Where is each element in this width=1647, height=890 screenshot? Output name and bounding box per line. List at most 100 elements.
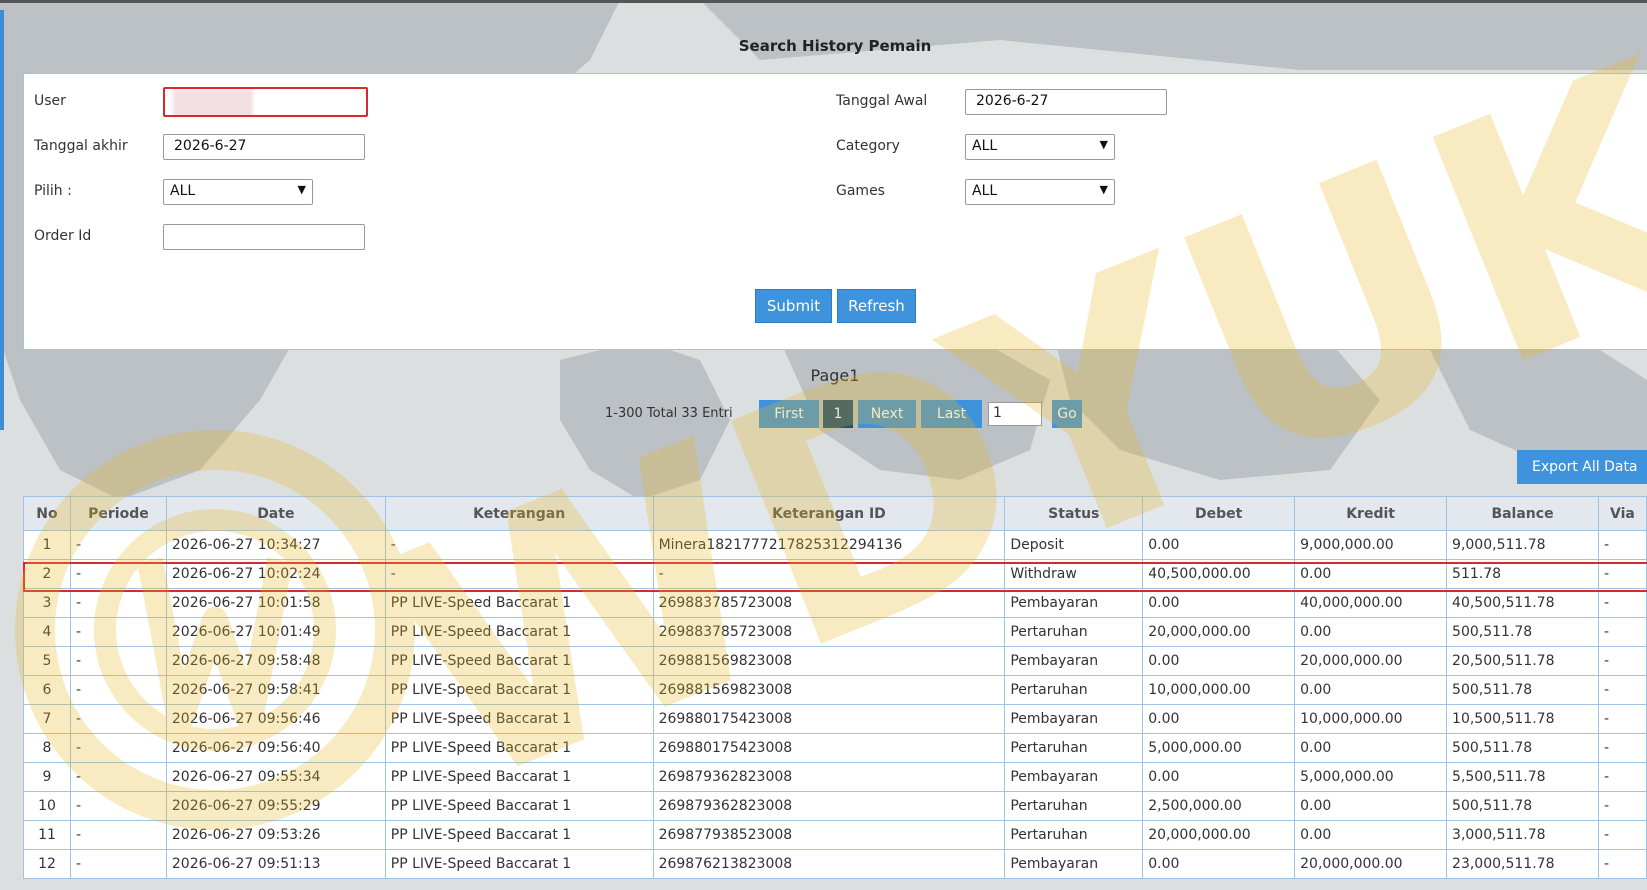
cell-kredit: 0.00 [1294, 675, 1448, 705]
category-select[interactable]: ALL ▼ [965, 134, 1115, 160]
cell-periode: - [69, 704, 167, 734]
header-periode[interactable]: Periode [69, 496, 167, 531]
export-all-data-button[interactable]: Export All Data [1517, 450, 1647, 484]
header-balance[interactable]: Balance [1446, 496, 1599, 531]
cell-balance: 500,511.78 [1446, 675, 1599, 705]
cell-no: 1 [23, 530, 71, 560]
cell-keterangan: PP LIVE-Speed Baccarat 1 [384, 617, 654, 647]
page-title: Search History Pemain [738, 37, 932, 55]
cell-keterangan-id-link[interactable]: 269881569823008 [652, 675, 1006, 705]
cell-balance: 500,511.78 [1446, 733, 1599, 763]
pilih-label: Pilih : [34, 183, 72, 199]
header-keterangan-id[interactable]: Keterangan ID [652, 496, 1006, 531]
chevron-down-icon: ▼ [1099, 183, 1108, 196]
cell-periode: - [69, 617, 167, 647]
header-keterangan[interactable]: Keterangan [384, 496, 654, 531]
cell-keterangan-id-link[interactable]: 269883785723008 [652, 588, 1006, 618]
cell-periode: - [69, 733, 167, 763]
user-label: User [34, 93, 66, 109]
cell-debet: 0.00 [1142, 849, 1296, 879]
table-row: 3 - 2026-06-27 10:01:58 PP LIVE-Speed Ba… [23, 588, 1647, 618]
order-id-input[interactable] [163, 224, 365, 250]
header-kredit[interactable]: Kredit [1294, 496, 1448, 531]
cell-status: Pembayaran [1004, 704, 1144, 734]
cell-keterangan: PP LIVE-Speed Baccarat 1 [384, 849, 654, 879]
tanggal-akhir-label: Tanggal akhir [34, 138, 128, 154]
cell-periode: - [69, 849, 167, 879]
cell-kredit: 9,000,000.00 [1294, 530, 1448, 560]
cell-via: - [1597, 762, 1647, 792]
cell-keterangan-id-link[interactable]: 269880175423008 [652, 704, 1006, 734]
next-page-button[interactable]: Next [858, 400, 916, 428]
cell-keterangan-id-link[interactable]: 269880175423008 [652, 733, 1006, 763]
cell-keterangan-id-link[interactable]: 269879362823008 [652, 762, 1006, 792]
cell-balance: 40,500,511.78 [1446, 588, 1599, 618]
cell-via: - [1597, 530, 1647, 560]
cell-status: Deposit [1004, 530, 1144, 560]
table-row: 7 - 2026-06-27 09:56:46 PP LIVE-Speed Ba… [23, 704, 1647, 734]
table-row: 9 - 2026-06-27 09:55:34 PP LIVE-Speed Ba… [23, 762, 1647, 792]
cell-periode: - [69, 820, 167, 850]
refresh-button[interactable]: Refresh [837, 289, 916, 323]
header-date[interactable]: Date [165, 496, 386, 531]
cell-date: 2026-06-27 09:58:48 [165, 646, 386, 676]
table-row: 10 - 2026-06-27 09:55:29 PP LIVE-Speed B… [23, 791, 1647, 821]
cell-keterangan-id-link[interactable]: 269876213823008 [652, 849, 1006, 879]
header-debet[interactable]: Debet [1142, 496, 1296, 531]
cell-via: - [1597, 791, 1647, 821]
cell-keterangan-id-link[interactable]: 269883785723008 [652, 617, 1006, 647]
last-page-button[interactable]: Last [921, 400, 982, 428]
table-row: 1 - 2026-06-27 10:34:27 - Minera18217772… [23, 530, 1647, 560]
cell-date: 2026-06-27 10:01:49 [165, 617, 386, 647]
table-row: 12 - 2026-06-27 09:51:13 PP LIVE-Speed B… [23, 849, 1647, 879]
cell-keterangan-id-link[interactable]: 269879362823008 [652, 791, 1006, 821]
pilih-select[interactable]: ALL ▼ [163, 179, 313, 205]
games-select[interactable]: ALL ▼ [965, 179, 1115, 205]
cell-no: 11 [23, 820, 71, 850]
cell-kredit: 20,000,000.00 [1294, 849, 1448, 879]
cell-debet: 2,500,000.00 [1142, 791, 1296, 821]
cell-debet: 0.00 [1142, 704, 1296, 734]
table-row: 6 - 2026-06-27 09:58:41 PP LIVE-Speed Ba… [23, 675, 1647, 705]
cell-date: 2026-06-27 09:53:26 [165, 820, 386, 850]
go-button[interactable]: Go [1052, 400, 1082, 428]
cell-kredit: 0.00 [1294, 733, 1448, 763]
cell-date: 2026-06-27 09:55:29 [165, 791, 386, 821]
cell-kredit: 5,000,000.00 [1294, 762, 1448, 792]
cell-debet: 20,000,000.00 [1142, 617, 1296, 647]
cell-status: Pembayaran [1004, 646, 1144, 676]
tanggal-akhir-input[interactable]: 2026-6-27 [163, 134, 365, 160]
cell-debet: 0.00 [1142, 588, 1296, 618]
cell-periode: - [69, 588, 167, 618]
search-form-panel: User Tanggal Awal 2026-6-27 Tanggal akhi… [23, 73, 1647, 350]
table-row: 5 - 2026-06-27 09:58:48 PP LIVE-Speed Ba… [23, 646, 1647, 676]
cell-debet: 0.00 [1142, 646, 1296, 676]
page-number-input[interactable]: 1 [988, 402, 1042, 426]
cell-debet: 5,000,000.00 [1142, 733, 1296, 763]
header-via[interactable]: Via [1597, 496, 1647, 531]
cell-kredit: 0.00 [1294, 791, 1448, 821]
cell-kredit: 20,000,000.00 [1294, 646, 1448, 676]
submit-button[interactable]: Submit [755, 289, 832, 323]
cell-debet: 10,000,000.00 [1142, 675, 1296, 705]
tanggal-awal-input[interactable]: 2026-6-27 [965, 89, 1167, 115]
cell-balance: 23,000,511.78 [1446, 849, 1599, 879]
cell-status: Pertaruhan [1004, 791, 1144, 821]
history-table: No Periode Date Keterangan Keterangan ID… [23, 496, 1647, 879]
current-page-button[interactable]: 1 [823, 400, 853, 428]
cell-keterangan-id-link[interactable]: 269881569823008 [652, 646, 1006, 676]
user-input[interactable] [163, 87, 368, 117]
header-no[interactable]: No [23, 496, 71, 531]
games-label: Games [836, 183, 885, 199]
cell-no: 3 [23, 588, 71, 618]
cell-keterangan-id-link[interactable]: 269877938523008 [652, 820, 1006, 850]
cell-via: - [1597, 849, 1647, 879]
table-row: 11 - 2026-06-27 09:53:26 PP LIVE-Speed B… [23, 820, 1647, 850]
cell-balance: 500,511.78 [1446, 617, 1599, 647]
header-status[interactable]: Status [1004, 496, 1144, 531]
first-page-button[interactable]: First [759, 400, 819, 428]
cell-keterangan: PP LIVE-Speed Baccarat 1 [384, 704, 654, 734]
chevron-down-icon: ▼ [1099, 138, 1108, 151]
cell-keterangan: PP LIVE-Speed Baccarat 1 [384, 733, 654, 763]
cell-date: 2026-06-27 09:56:40 [165, 733, 386, 763]
